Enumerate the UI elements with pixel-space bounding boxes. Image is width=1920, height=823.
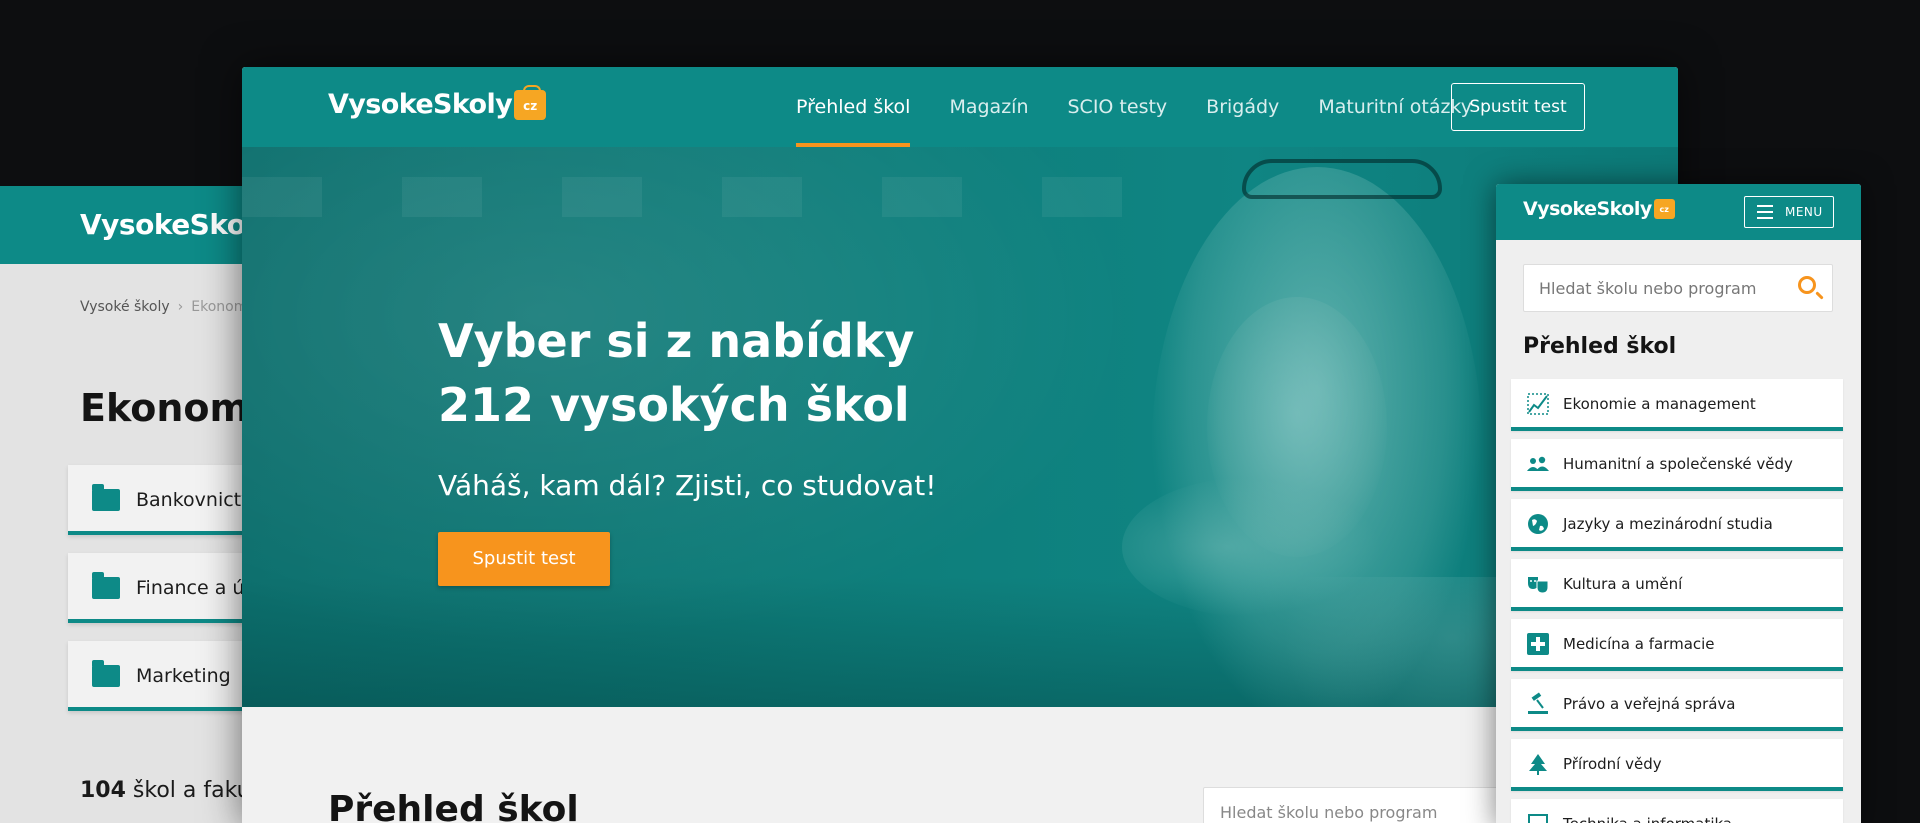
- hero-background-blur: [242, 177, 1142, 217]
- mobile-window: VysokeSkoly cz MENU Hledat školu nebo pro…: [1496, 184, 1861, 823]
- category-item-jazyky[interactable]: Jazyky a mezinárodní studia: [1511, 499, 1843, 551]
- menu-item-brigady[interactable]: Brigády: [1206, 67, 1279, 147]
- back-header: VysokeSkoly: [0, 186, 260, 264]
- breadcrumb-home[interactable]: Vysoké školy: [80, 299, 170, 315]
- school-count-text: škol a fakul: [125, 778, 257, 803]
- breadcrumb-current: Ekonom: [191, 299, 248, 315]
- site-logo[interactable]: VysokeSkoly cz: [328, 84, 547, 120]
- category-item-ekonomie[interactable]: Ekonomie a management: [1511, 379, 1843, 431]
- folder-icon: [92, 660, 120, 687]
- main-menu: Přehled škol Magazín SCIO testy Brigády …: [796, 67, 1511, 147]
- mobile-logo-bag-icon: cz: [1653, 199, 1675, 219]
- page-title: Ekonomie: [80, 386, 260, 430]
- menu-item-prehled-skol[interactable]: Přehled škol: [796, 67, 911, 147]
- search-icon[interactable]: [1798, 276, 1816, 294]
- logo-text: VysokeSkoly: [328, 89, 513, 120]
- category-label: Finance a úč: [136, 577, 255, 599]
- tree-icon: [1529, 754, 1547, 775]
- menu-item-maturitni-otazky[interactable]: Maturitní otázky: [1318, 67, 1472, 147]
- search-input[interactable]: Hledat školu nebo program: [1203, 787, 1503, 823]
- category-list: Ekonomie a management Humanitní a společ…: [1511, 379, 1843, 823]
- category-item-pravo[interactable]: Právo a veřejná správa: [1511, 679, 1843, 731]
- mobile-site-logo[interactable]: VysokeSkoly cz: [1523, 198, 1675, 220]
- hero-title-line1: Vyber si z nabídky: [438, 314, 915, 368]
- hero-banner: Vyber si z nabídky 212 vysokých škol Váh…: [242, 147, 1678, 707]
- mobile-menu-label: MENU: [1785, 205, 1823, 219]
- hamburger-icon: [1757, 205, 1773, 219]
- category-item-medicina[interactable]: Medicína a farmacie: [1511, 619, 1843, 671]
- category-label: Technika a informatika: [1563, 815, 1732, 823]
- folder-icon: [92, 572, 120, 599]
- category-card[interactable]: Finance a úč: [68, 553, 260, 623]
- mobile-search-input[interactable]: Hledat školu nebo program: [1523, 264, 1833, 312]
- section-title: Přehled škol: [328, 789, 579, 823]
- category-item-technika[interactable]: Technika a informatika: [1511, 799, 1843, 823]
- computer-icon: [1528, 814, 1548, 823]
- hero-title-line2: 212 vysokých škol: [438, 378, 910, 432]
- school-count-number: 104: [80, 778, 126, 803]
- people-icon: [1527, 456, 1549, 471]
- breadcrumb-separator: ›: [177, 299, 184, 315]
- category-card[interactable]: Bankovnictv: [68, 465, 260, 535]
- category-label: Marketing: [136, 665, 231, 687]
- mobile-menu-button[interactable]: MENU: [1744, 196, 1834, 228]
- globe-icon: [1528, 514, 1548, 534]
- hero-subtitle: Váháš, kam dál? Zjisti, co studovat!: [438, 469, 937, 502]
- category-label: Jazyky a mezinárodní studia: [1563, 515, 1773, 533]
- mobile-search-placeholder: Hledat školu nebo program: [1539, 279, 1757, 298]
- category-label: Kultura a umění: [1563, 575, 1683, 593]
- category-label: Bankovnictv: [136, 489, 253, 511]
- masks-icon: [1528, 577, 1549, 594]
- category-card[interactable]: Marketing: [68, 641, 260, 711]
- menu-item-scio-testy[interactable]: SCIO testy: [1068, 67, 1168, 147]
- cross-icon: [1527, 633, 1549, 655]
- school-count: 104 škol a fakul: [80, 778, 257, 803]
- category-label: Právo a veřejná správa: [1563, 695, 1736, 713]
- mobile-top-navigation: VysokeSkoly cz MENU: [1496, 184, 1861, 240]
- gavel-icon: [1528, 692, 1548, 714]
- category-item-prirodni[interactable]: Přírodní vědy: [1511, 739, 1843, 791]
- hero-photo-glasses: [1242, 159, 1442, 199]
- search-placeholder: Hledat školu nebo program: [1220, 803, 1438, 822]
- main-desktop-window: VysokeSkoly cz Přehled škol Magazín SCIO …: [242, 67, 1678, 823]
- top-navigation: VysokeSkoly cz Přehled škol Magazín SCIO …: [242, 67, 1678, 147]
- category-item-humanitni[interactable]: Humanitní a společenské vědy: [1511, 439, 1843, 491]
- back-logo[interactable]: VysokeSkoly: [80, 208, 260, 241]
- category-label: Přírodní vědy: [1563, 755, 1662, 773]
- background-desktop-window: VysokeSkoly Vysoké školy › Ekonom Ekonomie…: [0, 186, 260, 823]
- category-label: Humanitní a společenské vědy: [1563, 455, 1793, 473]
- mobile-section-title: Přehled škol: [1523, 334, 1677, 359]
- hero-start-test-button[interactable]: Spustit test: [438, 532, 610, 586]
- category-label: Ekonomie a management: [1563, 395, 1756, 413]
- menu-item-magazin[interactable]: Magazín: [949, 67, 1028, 147]
- category-label: Medicína a farmacie: [1563, 635, 1715, 653]
- mobile-logo-text: VysokeSkoly: [1523, 198, 1652, 220]
- breadcrumb: Vysoké školy › Ekonom: [80, 299, 247, 315]
- folder-icon: [92, 484, 120, 511]
- start-test-nav-button[interactable]: Spustit test: [1451, 83, 1585, 131]
- chart-icon: [1527, 393, 1549, 415]
- hero-title: Vyber si z nabídky 212 vysokých škol: [438, 309, 914, 437]
- category-item-kultura[interactable]: Kultura a umění: [1511, 559, 1843, 611]
- logo-bag-icon: cz: [514, 84, 547, 120]
